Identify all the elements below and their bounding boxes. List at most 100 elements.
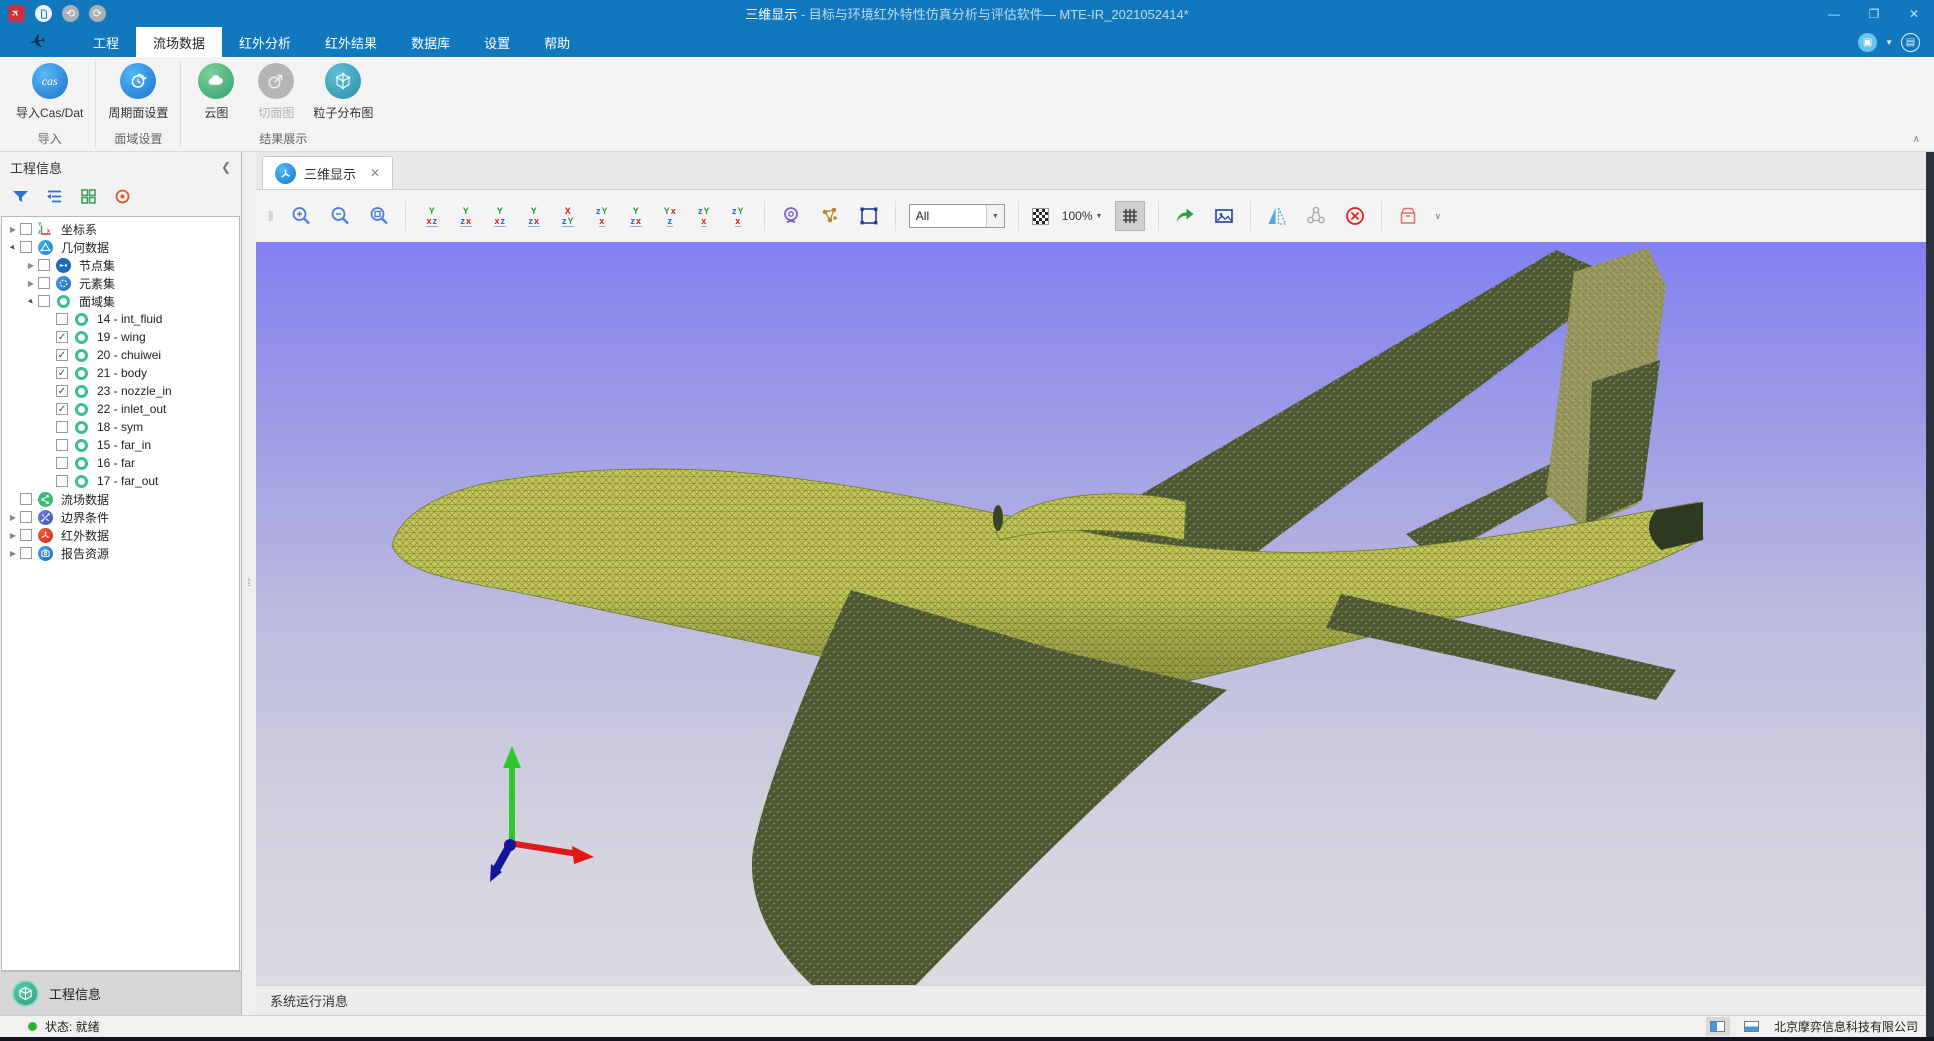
tree-checkbox[interactable] xyxy=(20,529,32,541)
ribbon-collapse-icon[interactable]: ∧ xyxy=(1913,134,1920,145)
mesh-grid-toggle[interactable] xyxy=(1115,201,1145,231)
undo-icon[interactable]: ⟲ xyxy=(62,5,79,22)
tree-checkbox[interactable] xyxy=(20,493,32,505)
view-orientation-button-6[interactable]: zYx xyxy=(589,203,615,229)
tree-item-流场数据[interactable]: 流场数据 xyxy=(2,490,239,508)
redo-icon[interactable]: ⟳ xyxy=(89,5,106,22)
collapse-list-icon[interactable] xyxy=(46,188,63,210)
close-button[interactable]: ✕ xyxy=(1894,0,1934,27)
menu-item-流场数据[interactable]: 流场数据 xyxy=(136,27,222,57)
export-image-icon[interactable] xyxy=(1211,203,1237,229)
menu-item-设置[interactable]: 设置 xyxy=(467,27,527,57)
menu-item-工程[interactable]: 工程 xyxy=(76,27,136,57)
zoom-fit-icon[interactable] xyxy=(366,203,392,229)
tree-expander-icon[interactable]: ▶ xyxy=(6,225,20,234)
layout-toggle-bottom-icon[interactable] xyxy=(1740,1017,1764,1036)
tree-checkbox[interactable]: ✓ xyxy=(56,349,68,361)
mirror-flip-icon[interactable] xyxy=(1264,203,1290,229)
tree-checkbox[interactable]: ✓ xyxy=(56,403,68,415)
toolbar-drag-handle[interactable]: ‖ xyxy=(268,208,275,224)
tree-item-坐标系[interactable]: ▶Yzx坐标系 xyxy=(2,220,239,238)
tree-item-17-far_out[interactable]: 17 - far_out xyxy=(2,472,239,490)
tree-expander-icon[interactable]: ▶ xyxy=(6,549,20,558)
app-icon[interactable]: ✈ xyxy=(8,5,25,22)
tree-expander-icon[interactable]: ▼ xyxy=(23,293,39,309)
view-orientation-button-9[interactable]: zYx xyxy=(691,203,717,229)
filter-icon[interactable] xyxy=(12,188,29,210)
tree-item-20-chuiwei[interactable]: ✓20 - chuiwei xyxy=(2,346,239,364)
particles-gold-icon[interactable] xyxy=(817,203,843,229)
tree-checkbox[interactable] xyxy=(20,241,32,253)
tree-item-红外数据[interactable]: ▶红外数据 xyxy=(2,526,239,544)
tree-item-15-far_in[interactable]: 15 - far_in xyxy=(2,436,239,454)
theme-icon[interactable]: ▣ xyxy=(1858,33,1877,52)
maximize-button[interactable]: ❐ xyxy=(1854,0,1894,27)
transparency-checker-icon[interactable] xyxy=(1032,208,1049,225)
menu-item-帮助[interactable]: 帮助 xyxy=(527,27,587,57)
tree-checkbox[interactable] xyxy=(56,457,68,469)
tree-item-节点集[interactable]: ▶节点集 xyxy=(2,256,239,274)
tree-expander-icon[interactable]: ▶ xyxy=(24,279,38,288)
molecule-outline-icon[interactable] xyxy=(1303,203,1329,229)
tree-checkbox[interactable]: ✓ xyxy=(56,385,68,397)
webcam-icon[interactable] xyxy=(778,203,804,229)
tree-checkbox[interactable] xyxy=(38,295,50,307)
tree-checkbox[interactable] xyxy=(56,475,68,487)
view-orientation-button-3[interactable]: Yxz xyxy=(487,203,513,229)
sidebar-footer[interactable]: 工程信息 xyxy=(0,971,241,1015)
minimize-button[interactable]: — xyxy=(1814,0,1854,27)
archive-box-icon[interactable] xyxy=(1395,203,1421,229)
zoom-out-icon[interactable] xyxy=(327,203,353,229)
view-orientation-button-10[interactable]: zYx xyxy=(725,203,751,229)
tree-item-面域集[interactable]: ▼面域集 xyxy=(2,292,239,310)
tree-item-14-int_fluid[interactable]: 14 - int_fluid xyxy=(2,310,239,328)
layout-toggle-left-icon[interactable] xyxy=(1706,1017,1730,1036)
grid-view-icon[interactable] xyxy=(80,188,97,210)
tree-item-23-nozzle_in[interactable]: ✓23 - nozzle_in xyxy=(2,382,239,400)
tab-close-icon[interactable]: ✕ xyxy=(370,166,380,180)
ribbon-button-周期面设置[interactable]: 周期面设置 xyxy=(102,61,174,123)
tree-item-元素集[interactable]: ▶元素集 xyxy=(2,274,239,292)
ribbon-button-导入Cas/Dat[interactable]: cas导入Cas/Dat xyxy=(10,61,89,123)
view-orientation-button-8[interactable]: Yxz xyxy=(657,203,683,229)
tab-3d-display[interactable]: 三维显示 ✕ xyxy=(262,156,393,189)
tree-expander-icon[interactable]: ▶ xyxy=(24,261,38,270)
tree-item-22-inlet_out[interactable]: ✓22 - inlet_out xyxy=(2,400,239,418)
ribbon-button-粒子分布图[interactable]: 粒子分布图 xyxy=(307,61,379,123)
tree-item-几何数据[interactable]: ▼几何数据 xyxy=(2,238,239,256)
sidebar-collapse-icon[interactable]: ❮ xyxy=(221,160,231,174)
tree-item-19-wing[interactable]: ✓19 - wing xyxy=(2,328,239,346)
menu-item-红外分析[interactable]: 红外分析 xyxy=(222,27,308,57)
save-icon[interactable] xyxy=(35,5,52,22)
tree-item-报告资源[interactable]: ▶报告资源 xyxy=(2,544,239,562)
cancel-icon[interactable] xyxy=(1342,203,1368,229)
view-orientation-button-2[interactable]: Yzx xyxy=(453,203,479,229)
share-arrow-icon[interactable] xyxy=(1172,203,1198,229)
tree-item-21-body[interactable]: ✓21 - body xyxy=(2,364,239,382)
tree-checkbox[interactable]: ✓ xyxy=(56,331,68,343)
view-orientation-button-7[interactable]: Yzx xyxy=(623,203,649,229)
tree-checkbox[interactable] xyxy=(56,313,68,325)
tree-expander-icon[interactable]: ▼ xyxy=(5,239,21,255)
tree-checkbox[interactable] xyxy=(56,421,68,433)
panel-splitter[interactable]: ⁞ xyxy=(242,152,256,1015)
chevron-down-icon[interactable]: ▼ xyxy=(1885,38,1893,47)
tree-checkbox[interactable] xyxy=(56,439,68,451)
tree-expander-icon[interactable]: ▶ xyxy=(6,513,20,522)
tree-checkbox[interactable] xyxy=(20,547,32,559)
display-filter-select[interactable]: All ▼ xyxy=(909,204,1005,228)
tree-checkbox[interactable] xyxy=(38,259,50,271)
viewport-3d[interactable] xyxy=(256,242,1934,985)
help-book-icon[interactable]: ▤ xyxy=(1901,33,1920,52)
tree-checkbox[interactable] xyxy=(38,277,50,289)
view-orientation-button-1[interactable]: Yxz xyxy=(419,203,445,229)
view-orientation-button-4[interactable]: Yzx xyxy=(521,203,547,229)
locate-target-icon[interactable] xyxy=(114,188,131,210)
menu-item-数据库[interactable]: 数据库 xyxy=(394,27,467,57)
tree-checkbox[interactable] xyxy=(20,511,32,523)
tree-checkbox[interactable] xyxy=(20,223,32,235)
tree-checkbox[interactable]: ✓ xyxy=(56,367,68,379)
menu-item-红外结果[interactable]: 红外结果 xyxy=(308,27,394,57)
combo-arrow-icon[interactable]: ▼ xyxy=(986,205,1004,227)
tree-item-18-sym[interactable]: 18 - sym xyxy=(2,418,239,436)
